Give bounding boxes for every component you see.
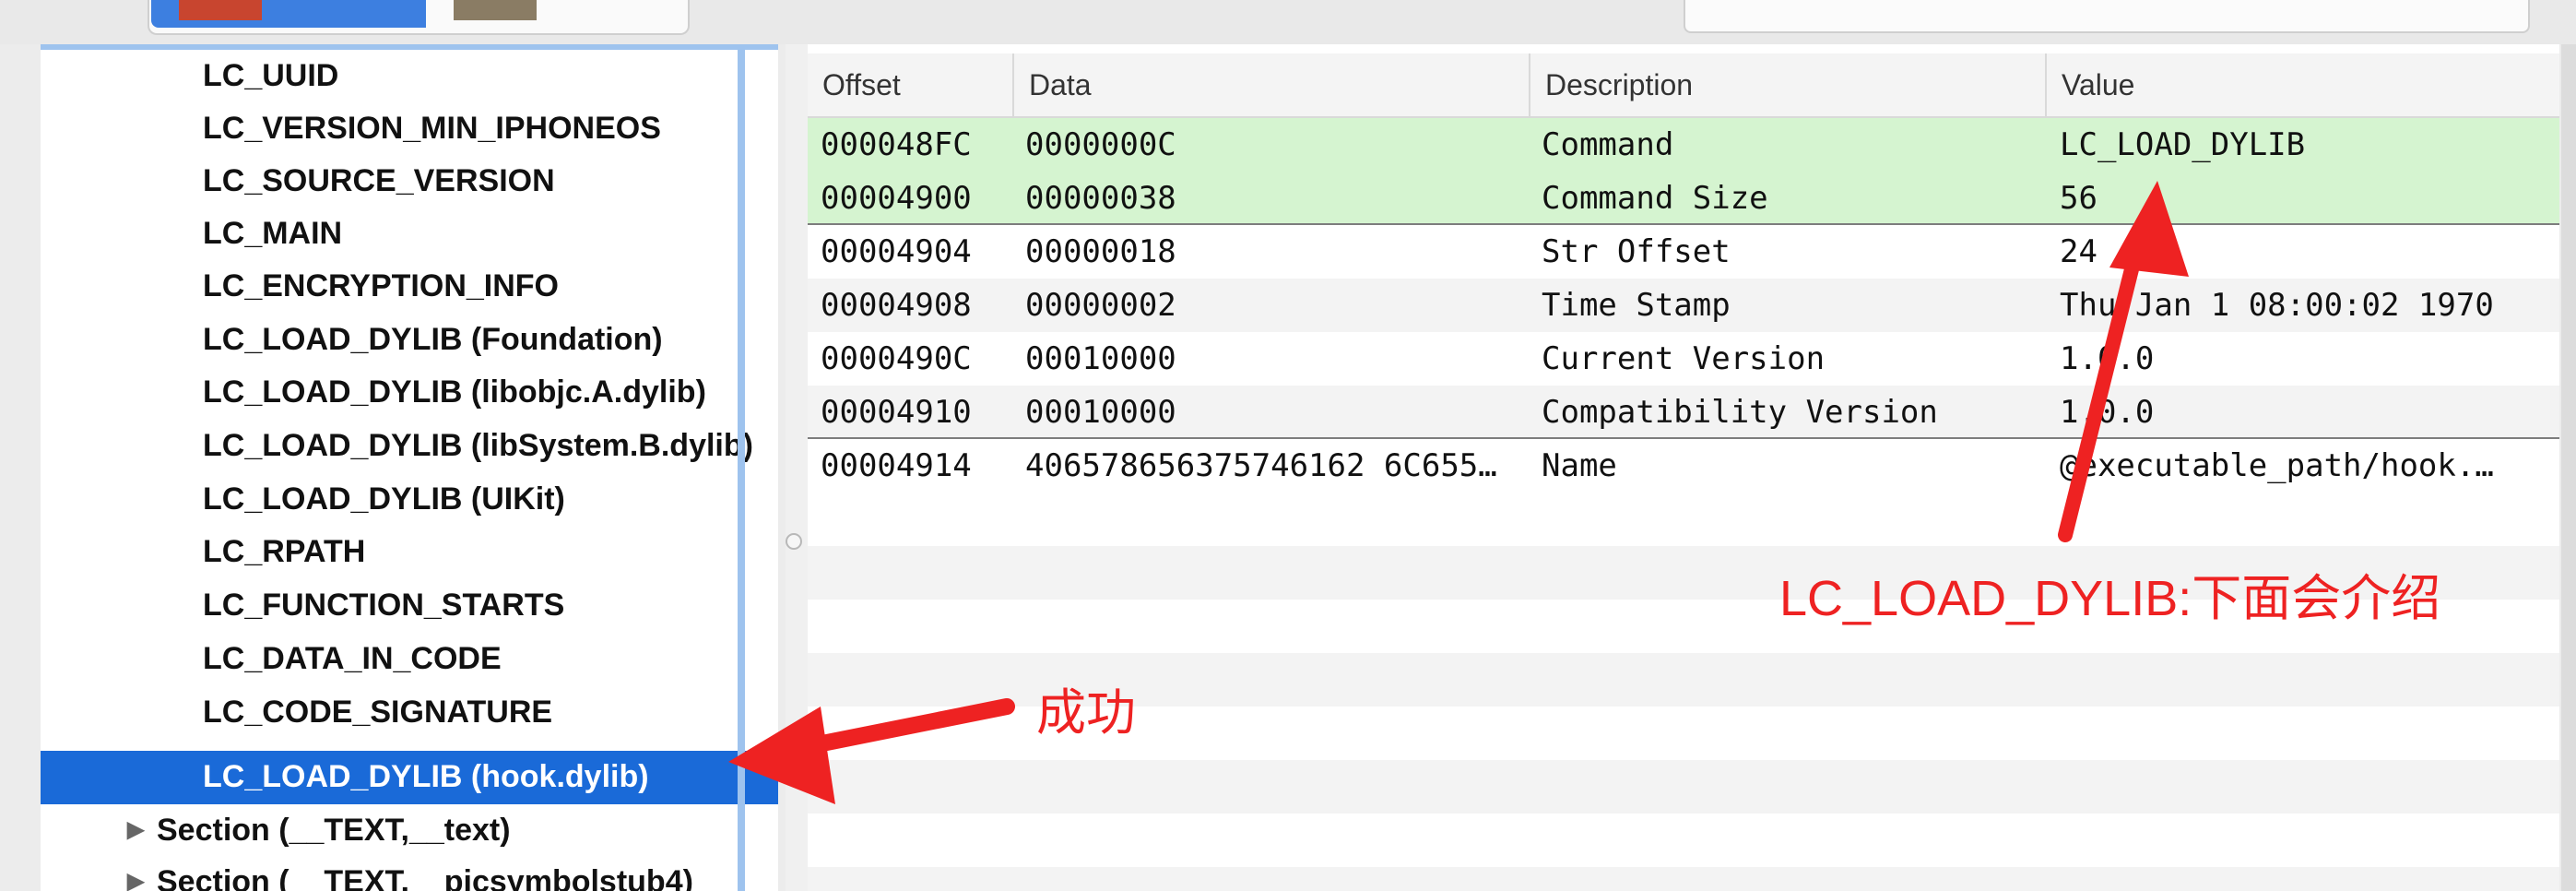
annotation-dylib-note: LC_LOAD_DYLIB:下面会介绍: [1779, 571, 2441, 626]
arrowhead-left-icon: [728, 707, 835, 804]
arrowhead-up-icon: [2109, 181, 2189, 277]
arrow-to-lc-load-dylib-value: [2058, 240, 2145, 542]
annotation-arrows: [728, 181, 2189, 804]
arrow-to-hook-dylib: [786, 698, 1015, 757]
annotation-success: 成功: [1036, 685, 1136, 741]
